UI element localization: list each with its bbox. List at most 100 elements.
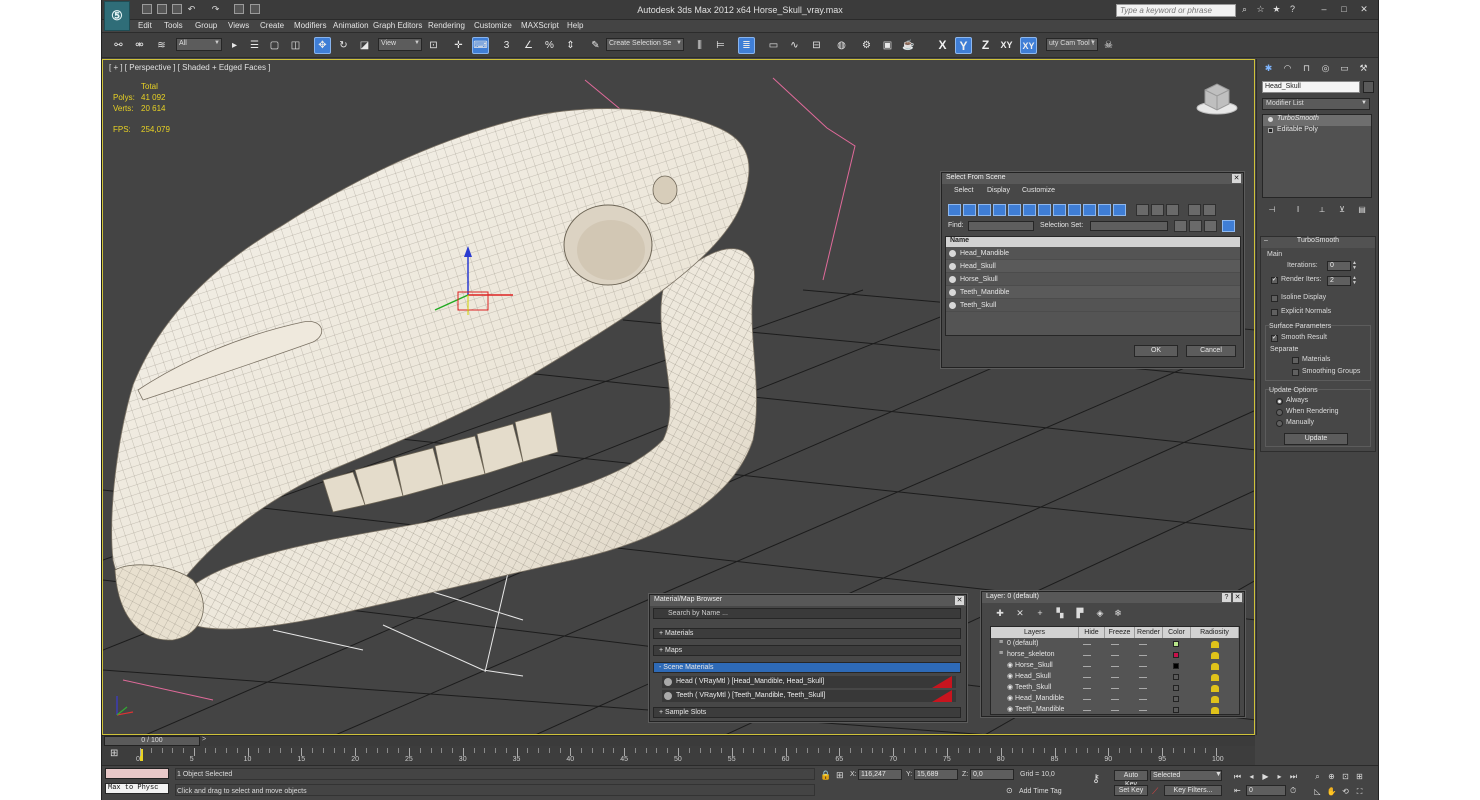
viewport-label[interactable]: [ + ] [ Perspective ] [ Shaded + Edged F…	[109, 63, 270, 72]
radiosity-icon[interactable]	[1211, 696, 1219, 703]
make-unique-icon[interactable]: ⟂	[1316, 205, 1328, 217]
layer-color-swatch[interactable]	[1173, 641, 1179, 647]
spinner-arrows-icon[interactable]: ▲ ▼	[1352, 276, 1357, 286]
freeze-toggle[interactable]	[1111, 644, 1119, 645]
menu-rendering[interactable]: Rendering	[428, 21, 465, 30]
radiosity-icon[interactable]	[1211, 707, 1219, 714]
render-toggle[interactable]	[1139, 699, 1147, 700]
display-helpers-icon[interactable]	[1008, 204, 1021, 216]
select-from-scene-title[interactable]: Select From Scene ✕	[942, 173, 1243, 184]
layer-row[interactable]: Head_Mandible ◉	[991, 694, 1239, 705]
find-input[interactable]	[968, 221, 1034, 231]
radiosity-icon[interactable]	[1211, 685, 1219, 692]
spinner-snap-icon[interactable]: ⇕	[562, 37, 579, 54]
zoom-extents-all-icon[interactable]: ⊞	[1354, 771, 1365, 782]
display-hidden-icon[interactable]	[1113, 204, 1126, 216]
close-icon[interactable]: ✕	[1233, 593, 1242, 602]
restrict-y-button[interactable]: Y	[955, 37, 972, 54]
display-frozen-icon[interactable]	[1098, 204, 1111, 216]
list-item[interactable]: Teeth_Skull	[946, 299, 1240, 312]
app-logo-icon[interactable]: ⑤	[104, 1, 130, 31]
next-frame-arrow-icon[interactable]: >	[202, 736, 206, 743]
mini-curve-editor-icon[interactable]: ⊞	[110, 748, 124, 762]
display-spacewarps-icon[interactable]	[1023, 204, 1036, 216]
layer-column-header[interactable]: Render	[1135, 627, 1163, 638]
display-geometry-icon[interactable]	[948, 204, 961, 216]
pivot-center-icon[interactable]: ⊡	[425, 37, 442, 54]
freeze-toggle[interactable]	[1111, 666, 1119, 667]
hide-toggle[interactable]	[1083, 644, 1091, 645]
layer-color-swatch[interactable]	[1173, 663, 1179, 669]
sfs-menu-display[interactable]: Display	[987, 187, 1010, 194]
material-search-input[interactable]: Search by Name ...	[653, 608, 961, 619]
material-item-head[interactable]: Head ( VRayMtl ) [Head_Mandible, Head_Sk…	[662, 676, 956, 688]
new-layer-icon[interactable]: ✚	[994, 607, 1006, 619]
zoom-icon[interactable]: ⌕	[1312, 771, 1323, 782]
isoline-display-checkbox[interactable]	[1271, 295, 1278, 302]
radiosity-icon[interactable]	[1211, 663, 1219, 670]
select-and-rotate-icon[interactable]: ↻	[335, 37, 352, 54]
absolute-mode-icon[interactable]: ⊞	[836, 770, 844, 781]
align-icon[interactable]: ⊨	[712, 37, 729, 54]
display-tab-icon[interactable]: ▭	[1338, 62, 1351, 75]
hide-all-icon[interactable]: ◈	[1094, 607, 1106, 619]
hierarchy-tab-icon[interactable]: ⊓	[1300, 62, 1313, 75]
render-toggle[interactable]	[1139, 677, 1147, 678]
zoom-extents-icon[interactable]: ⊡	[1340, 771, 1351, 782]
material-editor-icon[interactable]: ◍	[833, 37, 850, 54]
render-setup-icon[interactable]: ⚙	[858, 37, 875, 54]
time-configuration-icon[interactable]: ⏱	[1290, 786, 1296, 796]
window-crossing-icon[interactable]: ◫	[287, 37, 304, 54]
create-set-icon[interactable]	[1174, 220, 1187, 232]
render-toggle[interactable]	[1139, 666, 1147, 667]
percent-snap-icon[interactable]: %	[541, 37, 558, 54]
display-containers-icon[interactable]	[1083, 204, 1096, 216]
mirror-icon[interactable]: ⫼	[691, 37, 708, 54]
go-to-start-icon[interactable]: ⏮	[1232, 771, 1243, 782]
track-bar[interactable]: ⊞ 0 5 10 15 20 25 30 35 40 45 50 55 60 65 70 75 80 85 90 95…	[102, 746, 1255, 765]
restrict-x-button[interactable]: X	[934, 37, 951, 54]
selection-filter-dropdown[interactable]: All	[176, 38, 222, 51]
display-groups-icon[interactable]	[1038, 204, 1051, 216]
maxscript-listener-pink[interactable]	[105, 768, 169, 779]
stack-item-turbosmooth[interactable]: TurboSmooth	[1263, 115, 1371, 126]
group-sample-slots[interactable]: + Sample Slots	[653, 707, 961, 718]
select-manipulate-icon[interactable]: ✛	[450, 37, 467, 54]
layer-column-header[interactable]: Freeze	[1105, 627, 1135, 638]
freeze-toggle[interactable]	[1111, 655, 1119, 656]
skull-icon[interactable]: ☠	[1100, 37, 1117, 54]
smooth-result-checkbox[interactable]: ✓	[1271, 335, 1278, 342]
keyboard-shortcut-override-icon[interactable]: ⌨	[472, 37, 489, 54]
menu-modifiers[interactable]: Modifiers	[294, 21, 326, 30]
layer-color-swatch[interactable]	[1173, 674, 1179, 680]
list-item[interactable]: Teeth_Mandible	[946, 286, 1240, 299]
freeze-toggle[interactable]	[1111, 688, 1119, 689]
x-coordinate-field[interactable]: 116,247	[858, 769, 902, 780]
display-bones-icon[interactable]	[1068, 204, 1081, 216]
layer-row[interactable]: 0 (default) ≡	[991, 639, 1239, 650]
bind-space-warp-icon[interactable]: ≋	[153, 37, 170, 54]
update-button[interactable]: Update	[1284, 433, 1348, 445]
layer-row[interactable]: Head_Skull ◉	[991, 672, 1239, 683]
stack-item-editable-poly[interactable]: Editable Poly	[1263, 126, 1371, 137]
radiosity-icon[interactable]	[1211, 641, 1219, 648]
update-manually-radio[interactable]	[1276, 420, 1283, 427]
remove-modifier-icon[interactable]: ⊻	[1336, 205, 1348, 217]
select-in-layer-icon[interactable]: ▚	[1054, 607, 1066, 619]
render-iters-checkbox[interactable]: ✓	[1271, 277, 1278, 284]
spinner-arrows-icon[interactable]: ▲ ▼	[1352, 261, 1357, 271]
curve-editor-icon[interactable]: ∿	[786, 37, 803, 54]
rectangular-selection-icon[interactable]: ▢	[266, 37, 283, 54]
layer-manager-icon[interactable]: ≣	[738, 37, 755, 54]
menu-create[interactable]: Create	[260, 21, 284, 30]
render-toggle[interactable]	[1139, 644, 1147, 645]
orbit-icon[interactable]: ⟲	[1340, 786, 1351, 797]
layer-row[interactable]: Horse_Skull ◉	[991, 661, 1239, 672]
select-and-move-icon[interactable]: ✥	[314, 37, 331, 54]
render-production-icon[interactable]: ☕	[900, 37, 917, 54]
rendered-frame-window-icon[interactable]: ▣	[879, 37, 896, 54]
display-shapes-icon[interactable]	[963, 204, 976, 216]
set-key-button[interactable]: Set Key	[1114, 785, 1148, 796]
pin-stack-icon[interactable]: ⊣	[1266, 205, 1278, 217]
maximize-viewport-icon[interactable]: ⛶	[1354, 786, 1365, 797]
